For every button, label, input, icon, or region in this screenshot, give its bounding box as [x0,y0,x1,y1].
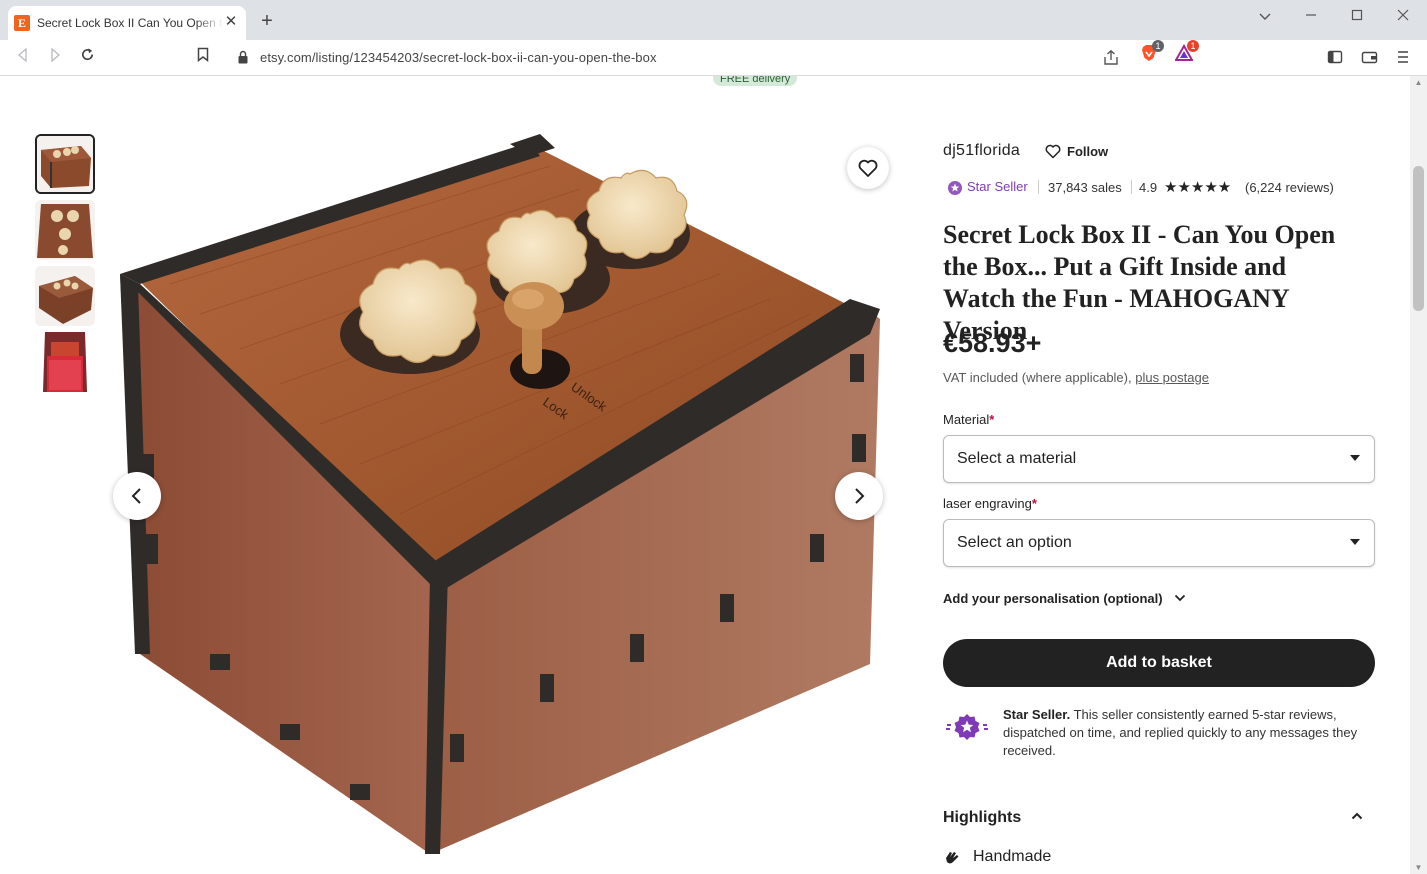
new-tab-button[interactable]: + [256,10,278,32]
chevron-up-icon [1351,812,1363,820]
forward-button[interactable] [44,47,66,69]
star-seller-text: Star Seller. This seller consistently ea… [1003,706,1373,760]
browser-tab[interactable]: E Secret Lock Box II Can You Open the Bo… [8,6,246,40]
rewards-badge: 1 [1187,40,1199,52]
material-label-text: Material [943,412,990,427]
engraving-select[interactable]: Select an option [943,519,1375,567]
tab-strip: E Secret Lock Box II Can You Open the Bo… [0,0,1427,40]
page-scrollbar[interactable]: ▲ ▼ [1410,76,1427,874]
minimize-button[interactable] [1300,6,1322,26]
tab-close-icon[interactable]: ✕ [222,13,240,31]
material-select[interactable]: Select a material [943,435,1375,483]
back-button[interactable] [12,47,34,69]
vat-note: VAT included (where applicable), plus po… [943,370,1209,385]
scroll-down-icon[interactable]: ▼ [1414,863,1423,872]
chevron-left-icon [131,488,141,504]
heart-outline-icon [1045,144,1061,159]
star-seller-label[interactable]: Star Seller [967,179,1028,194]
url-text: etsy.com/listing/123454203/secret-lock-b… [260,50,657,65]
personalisation-label: Add your personalisation (optional) [943,591,1163,606]
wallet-icon[interactable] [1361,49,1379,67]
close-window-button[interactable] [1392,6,1414,26]
menu-icon[interactable] [1396,49,1414,67]
divider [1038,180,1039,194]
required-mark: * [1031,496,1037,511]
reload-button[interactable] [76,47,98,69]
rating-score: 4.9 [1139,180,1158,195]
highlights-toggle[interactable]: Highlights [943,809,1375,827]
thumbnail-strip [35,134,95,398]
next-image-button[interactable] [835,472,883,520]
thumbnail-1[interactable] [35,134,95,194]
bookmark-icon[interactable] [192,47,214,69]
material-label: Material* [943,412,994,427]
follow-label: Follow [1067,144,1109,159]
seller-stats: Star Seller 37,843 sales 4.9 ★★★★★ (6,22… [947,179,1377,197]
etsy-favicon-icon: E [14,15,30,31]
postage-link[interactable]: plus postage [1135,370,1209,385]
required-mark: * [989,412,995,427]
brave-rewards-icon[interactable]: 1 [1174,40,1199,62]
listing-page: FREE delivery Unlock Lock dj51florida Fo… [0,76,1410,874]
sidebar-icon[interactable] [1327,49,1345,67]
reviews-link[interactable]: (6,224 reviews) [1245,180,1334,195]
dropdown-caret-icon [1350,539,1360,545]
material-select-value: Select a material [957,450,1077,467]
chevron-right-icon [855,488,865,504]
scroll-up-icon[interactable]: ▲ [1414,78,1423,87]
tab-search-chevron-icon[interactable] [1254,6,1276,26]
shop-name-link[interactable]: dj51florida [943,142,1020,160]
rating-stars-icon: ★★★★★ [1164,179,1232,196]
dropdown-caret-icon [1350,455,1360,461]
hand-icon [946,852,959,864]
share-icon[interactable] [1102,49,1120,67]
heart-icon [858,159,878,177]
engraving-select-value: Select an option [957,534,1072,551]
address-bar[interactable]: etsy.com/listing/123454203/secret-lock-b… [226,45,1202,71]
add-to-basket-button[interactable]: Add to basket [943,639,1375,687]
price: €58.93+ [943,328,1042,358]
favorite-button[interactable] [847,147,889,189]
previous-image-button[interactable] [113,472,161,520]
vat-text: VAT included (where applicable), [943,370,1136,385]
divider [1131,180,1132,194]
handmade-label: Handmade [973,848,1052,865]
brave-badge: 1 [1152,40,1164,52]
browser-toolbar: etsy.com/listing/123454203/secret-lock-b… [0,40,1427,76]
lock-icon [238,50,248,64]
thumbnail-3[interactable] [35,266,95,326]
star-seller-heading: Star Seller. [1003,707,1071,722]
maximize-button[interactable] [1346,6,1368,26]
free-delivery-badge: FREE delivery [713,76,798,86]
engraving-label: laser engraving* [943,496,1037,511]
brave-shields-icon[interactable]: 1 [1140,40,1164,62]
sales-count: 37,843 sales [1048,180,1122,195]
highlights-label: Highlights [943,809,1022,826]
thumbnail-2[interactable] [35,200,95,260]
engraving-label-text: laser engraving [943,496,1032,511]
star-seller-medal-icon [946,714,988,740]
star-seller-badge-icon [948,181,962,195]
scrollbar-thumb[interactable] [1413,166,1424,311]
thumbnail-4[interactable] [35,332,95,392]
product-main-image: Unlock Lock [110,134,894,864]
tab-title: Secret Lock Box II Can You Open the Box.… [37,16,223,30]
chevron-down-icon [1174,594,1186,602]
personalisation-toggle[interactable]: Add your personalisation (optional) [943,591,1186,606]
